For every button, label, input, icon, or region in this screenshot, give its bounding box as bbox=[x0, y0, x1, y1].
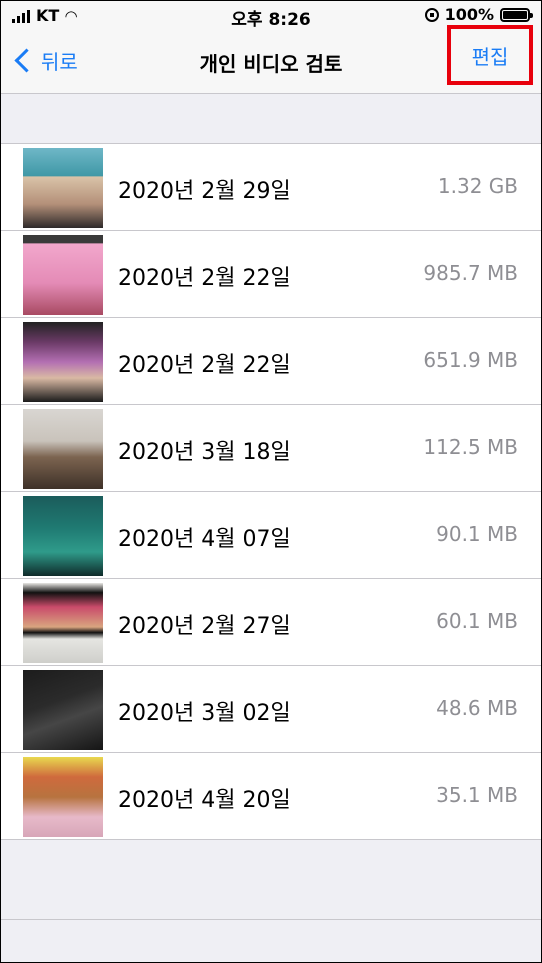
video-size: 60.1 MB bbox=[436, 609, 518, 633]
video-thumbnail bbox=[23, 670, 103, 750]
video-size: 90.1 MB bbox=[436, 522, 518, 546]
video-date: 2020년 3월 18일 bbox=[118, 440, 291, 465]
video-size: 985.7 MB bbox=[423, 261, 518, 285]
edit-label: 편집 bbox=[471, 44, 509, 69]
list-item[interactable]: 2020년 2월 22일 985.7 MB bbox=[0, 231, 542, 318]
video-size: 1.32 GB bbox=[437, 174, 518, 198]
video-size: 35.1 MB bbox=[436, 783, 518, 807]
video-thumbnail bbox=[23, 757, 103, 837]
video-thumbnail bbox=[23, 496, 103, 576]
video-date: 2020년 2월 27일 bbox=[118, 614, 291, 639]
video-date: 2020년 2월 22일 bbox=[118, 353, 291, 378]
video-thumbnail bbox=[23, 583, 103, 663]
video-thumbnail bbox=[23, 148, 103, 228]
status-right: 100% bbox=[424, 5, 533, 24]
list-item[interactable]: 2020년 4월 20일 35.1 MB bbox=[0, 753, 542, 839]
orientation-lock-icon bbox=[424, 7, 439, 22]
list-item[interactable]: 2020년 2월 22일 651.9 MB bbox=[0, 318, 542, 405]
video-thumbnail bbox=[23, 235, 103, 315]
video-date: 2020년 3월 02일 bbox=[118, 701, 291, 726]
edit-button[interactable]: 편집 bbox=[447, 25, 533, 85]
battery-percent: 100% bbox=[444, 5, 494, 24]
video-size: 112.5 MB bbox=[423, 435, 518, 459]
list-item[interactable]: 2020년 2월 29일 1.32 GB bbox=[0, 144, 542, 231]
video-thumbnail bbox=[23, 409, 103, 489]
list-item[interactable]: 2020년 3월 02일 48.6 MB bbox=[0, 666, 542, 753]
video-date: 2020년 4월 07일 bbox=[118, 527, 291, 552]
video-thumbnail bbox=[23, 322, 103, 402]
video-date: 2020년 2월 22일 bbox=[118, 266, 291, 291]
battery-icon bbox=[500, 7, 533, 22]
list-item[interactable]: 2020년 4월 07일 90.1 MB bbox=[0, 492, 542, 579]
list-item[interactable]: 2020년 3월 18일 112.5 MB bbox=[0, 405, 542, 492]
video-size: 651.9 MB bbox=[423, 348, 518, 372]
divider bbox=[0, 919, 542, 920]
video-date: 2020년 2월 29일 bbox=[118, 179, 291, 204]
video-list: 2020년 2월 29일 1.32 GB 2020년 2월 22일 985.7 … bbox=[0, 143, 542, 840]
video-date: 2020년 4월 20일 bbox=[118, 788, 291, 813]
list-item[interactable]: 2020년 2월 27일 60.1 MB bbox=[0, 579, 542, 666]
video-size: 48.6 MB bbox=[436, 696, 518, 720]
